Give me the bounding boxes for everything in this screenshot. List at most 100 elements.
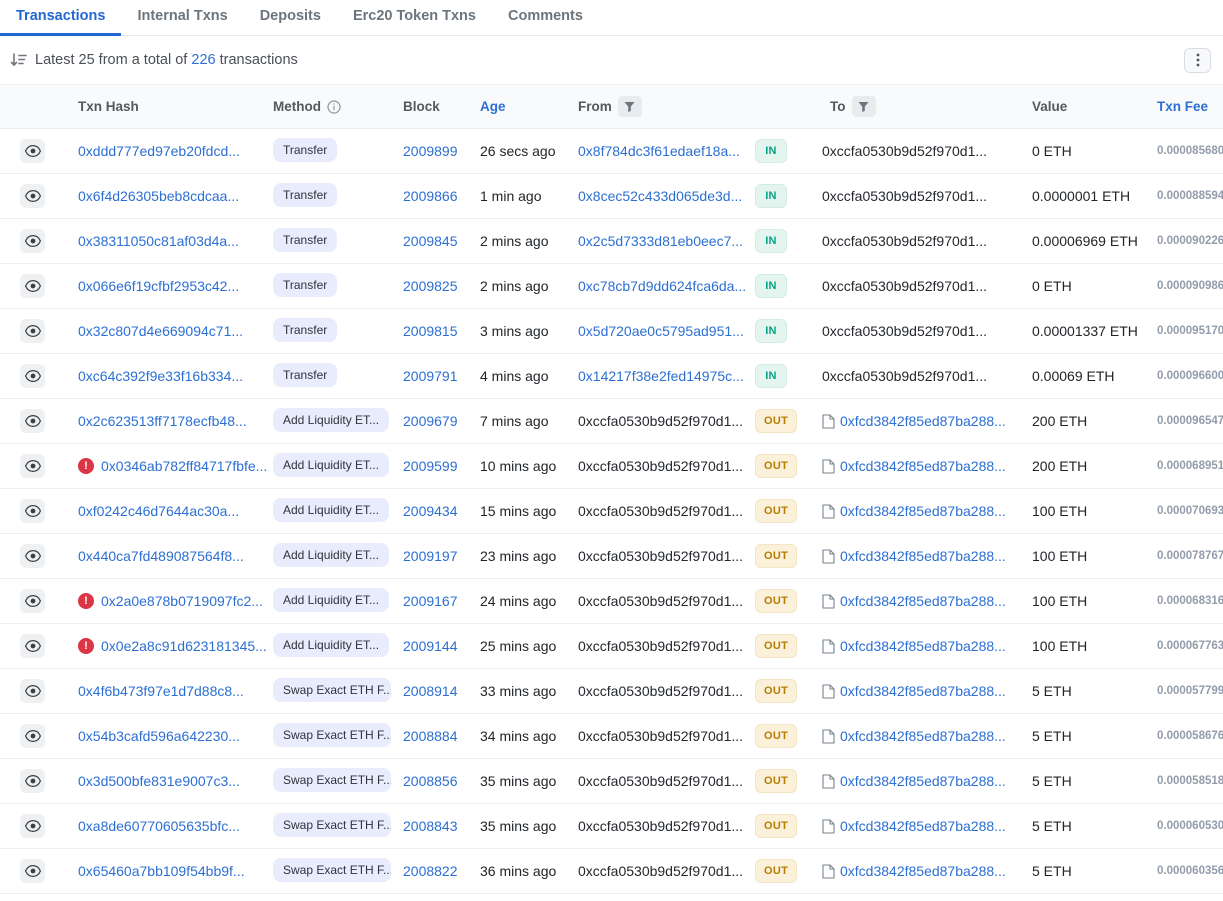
from-address[interactable]: 0xccfa0530b9d52f970d1... bbox=[578, 683, 743, 699]
txn-hash-link[interactable]: 0x0e2a8c91d623181345... bbox=[101, 638, 267, 654]
to-address[interactable]: 0xfcd3842f85ed87ba288... bbox=[840, 863, 1006, 879]
txn-hash-link[interactable]: 0xc64c392f9e33f16b334... bbox=[78, 368, 243, 384]
from-address[interactable]: 0xccfa0530b9d52f970d1... bbox=[578, 548, 743, 564]
preview-transaction-button[interactable] bbox=[20, 409, 45, 433]
from-address[interactable]: 0xccfa0530b9d52f970d1... bbox=[578, 503, 743, 519]
block-link[interactable]: 2008914 bbox=[403, 683, 458, 699]
preview-transaction-button[interactable] bbox=[20, 544, 45, 568]
preview-transaction-button[interactable] bbox=[20, 454, 45, 478]
from-address[interactable]: 0xccfa0530b9d52f970d1... bbox=[578, 413, 743, 429]
block-link[interactable]: 2008884 bbox=[403, 728, 458, 744]
tab-internal-txns[interactable]: Internal Txns bbox=[121, 0, 243, 35]
block-link[interactable]: 2008822 bbox=[403, 863, 458, 879]
total-transactions-link[interactable]: 226 bbox=[191, 52, 215, 68]
header-txn-fee[interactable]: Txn Fee bbox=[1157, 99, 1223, 114]
from-address[interactable]: 0xccfa0530b9d52f970d1... bbox=[578, 458, 743, 474]
txn-hash-link[interactable]: 0x440ca7fd489087564f8... bbox=[78, 548, 244, 564]
txn-hash-link[interactable]: 0x0346ab782ff84717fbfe... bbox=[101, 458, 267, 474]
to-address[interactable]: 0xccfa0530b9d52f970d1... bbox=[822, 233, 987, 249]
block-link[interactable]: 2008856 bbox=[403, 773, 458, 789]
block-link[interactable]: 2009825 bbox=[403, 278, 458, 294]
to-address[interactable]: 0xfcd3842f85ed87ba288... bbox=[840, 638, 1006, 654]
txn-hash-link[interactable]: 0x2a0e878b0719097fc2... bbox=[101, 593, 263, 609]
to-address[interactable]: 0xccfa0530b9d52f970d1... bbox=[822, 323, 987, 339]
to-address[interactable]: 0xfcd3842f85ed87ba288... bbox=[840, 413, 1006, 429]
tab-comments[interactable]: Comments bbox=[492, 0, 599, 35]
to-address[interactable]: 0xfcd3842f85ed87ba288... bbox=[840, 818, 1006, 834]
txn-fee-text: 0.000058676 bbox=[1157, 730, 1223, 742]
preview-transaction-button[interactable] bbox=[20, 679, 45, 703]
to-address[interactable]: 0xccfa0530b9d52f970d1... bbox=[822, 368, 987, 384]
to-address[interactable]: 0xfcd3842f85ed87ba288... bbox=[840, 728, 1006, 744]
from-address[interactable]: 0xccfa0530b9d52f970d1... bbox=[578, 863, 743, 879]
block-link[interactable]: 2009197 bbox=[403, 548, 458, 564]
txn-hash-link[interactable]: 0x2c623513ff7178ecfb48... bbox=[78, 413, 247, 429]
block-link[interactable]: 2009791 bbox=[403, 368, 458, 384]
to-address[interactable]: 0xfcd3842f85ed87ba288... bbox=[840, 773, 1006, 789]
txn-hash-link[interactable]: 0x38311050c81af03d4a... bbox=[78, 233, 239, 249]
txn-hash-link[interactable]: 0x32c807d4e669094c71... bbox=[78, 323, 243, 339]
block-link[interactable]: 2009815 bbox=[403, 323, 458, 339]
preview-transaction-button[interactable] bbox=[20, 499, 45, 523]
preview-transaction-button[interactable] bbox=[20, 319, 45, 343]
preview-transaction-button[interactable] bbox=[20, 859, 45, 883]
block-link[interactable]: 2009845 bbox=[403, 233, 458, 249]
from-address[interactable]: 0xccfa0530b9d52f970d1... bbox=[578, 593, 743, 609]
to-address[interactable]: 0xfcd3842f85ed87ba288... bbox=[840, 503, 1006, 519]
from-address[interactable]: 0x8f784dc3f61edaef18a... bbox=[578, 143, 740, 159]
preview-transaction-button[interactable] bbox=[20, 229, 45, 253]
to-address[interactable]: 0xccfa0530b9d52f970d1... bbox=[822, 188, 987, 204]
block-link[interactable]: 2009679 bbox=[403, 413, 458, 429]
preview-transaction-button[interactable] bbox=[20, 274, 45, 298]
from-address[interactable]: 0x5d720ae0c5795ad951... bbox=[578, 323, 744, 339]
txn-hash-link[interactable]: 0x3d500bfe831e9007c3... bbox=[78, 773, 240, 789]
direction-badge: IN bbox=[755, 184, 787, 208]
from-address[interactable]: 0xccfa0530b9d52f970d1... bbox=[578, 773, 743, 789]
tab-deposits[interactable]: Deposits bbox=[244, 0, 337, 35]
txn-hash-link[interactable]: 0x066e6f19cfbf2953c42... bbox=[78, 278, 239, 294]
txn-hash-link[interactable]: 0xddd777ed97eb20fdcd... bbox=[78, 143, 240, 159]
from-address[interactable]: 0xccfa0530b9d52f970d1... bbox=[578, 728, 743, 744]
header-age[interactable]: Age bbox=[480, 99, 578, 114]
preview-transaction-button[interactable] bbox=[20, 184, 45, 208]
from-address[interactable]: 0x14217f38e2fed14975c... bbox=[578, 368, 744, 384]
table-options-button[interactable] bbox=[1184, 48, 1211, 73]
preview-transaction-button[interactable] bbox=[20, 634, 45, 658]
from-address[interactable]: 0xc78cb7d9dd624fca6da... bbox=[578, 278, 746, 294]
cell-eye bbox=[0, 634, 78, 658]
info-icon[interactable] bbox=[327, 100, 341, 114]
preview-transaction-button[interactable] bbox=[20, 364, 45, 388]
to-address[interactable]: 0xfcd3842f85ed87ba288... bbox=[840, 548, 1006, 564]
tab-transactions[interactable]: Transactions bbox=[0, 0, 121, 35]
tab-erc20-token-txns[interactable]: Erc20 Token Txns bbox=[337, 0, 492, 35]
preview-transaction-button[interactable] bbox=[20, 814, 45, 838]
from-address[interactable]: 0x2c5d7333d81eb0eec7... bbox=[578, 233, 743, 249]
from-filter-button[interactable] bbox=[618, 96, 642, 117]
txn-hash-link[interactable]: 0xf0242c46d7644ac30a... bbox=[78, 503, 239, 519]
block-link[interactable]: 2009167 bbox=[403, 593, 458, 609]
txn-hash-link[interactable]: 0x54b3cafd596a642230... bbox=[78, 728, 240, 744]
txn-hash-link[interactable]: 0x65460a7bb109f54bb9f... bbox=[78, 863, 245, 879]
from-address[interactable]: 0xccfa0530b9d52f970d1... bbox=[578, 638, 743, 654]
to-address[interactable]: 0xccfa0530b9d52f970d1... bbox=[822, 278, 987, 294]
txn-hash-link[interactable]: 0x6f4d26305beb8cdcaa... bbox=[78, 188, 239, 204]
block-link[interactable]: 2009144 bbox=[403, 638, 458, 654]
preview-transaction-button[interactable] bbox=[20, 724, 45, 748]
preview-transaction-button[interactable] bbox=[20, 589, 45, 613]
block-link[interactable]: 2009866 bbox=[403, 188, 458, 204]
block-link[interactable]: 2009599 bbox=[403, 458, 458, 474]
preview-transaction-button[interactable] bbox=[20, 769, 45, 793]
to-address[interactable]: 0xccfa0530b9d52f970d1... bbox=[822, 143, 987, 159]
to-filter-button[interactable] bbox=[852, 96, 876, 117]
block-link[interactable]: 2008843 bbox=[403, 818, 458, 834]
from-address[interactable]: 0xccfa0530b9d52f970d1... bbox=[578, 818, 743, 834]
block-link[interactable]: 2009899 bbox=[403, 143, 458, 159]
to-address[interactable]: 0xfcd3842f85ed87ba288... bbox=[840, 683, 1006, 699]
to-address[interactable]: 0xfcd3842f85ed87ba288... bbox=[840, 458, 1006, 474]
txn-hash-link[interactable]: 0xa8de60770605635bfc... bbox=[78, 818, 240, 834]
to-address[interactable]: 0xfcd3842f85ed87ba288... bbox=[840, 593, 1006, 609]
from-address[interactable]: 0x8cec52c433d065de3d... bbox=[578, 188, 742, 204]
block-link[interactable]: 2009434 bbox=[403, 503, 458, 519]
preview-transaction-button[interactable] bbox=[20, 139, 45, 163]
txn-hash-link[interactable]: 0x4f6b473f97e1d7d88c8... bbox=[78, 683, 244, 699]
